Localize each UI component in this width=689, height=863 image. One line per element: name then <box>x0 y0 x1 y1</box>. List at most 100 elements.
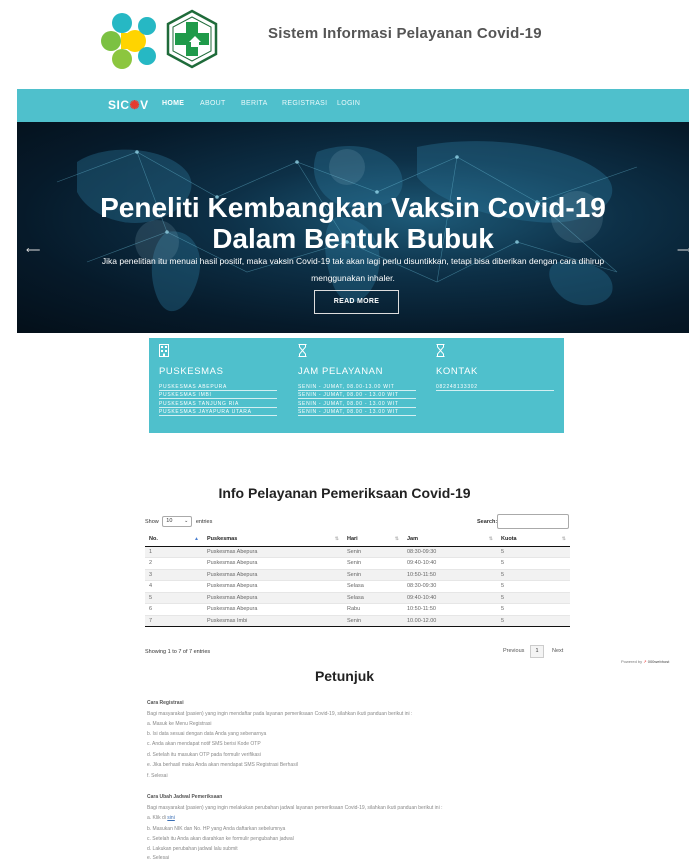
cell-no: 3 <box>145 568 203 581</box>
table-row: 5 Puskesmas Abepura Selasa 09:40-10:40 5 <box>145 591 570 604</box>
site-header: Sistem Informasi Pelayanan Covid-19 <box>0 0 689 88</box>
cell-hari: Rabu <box>343 603 403 615</box>
brand-logo[interactable]: SIC✺V <box>108 98 149 112</box>
puskesmas-logo <box>166 9 218 69</box>
registrasi-line: c. Anda akan mendapat notif SMS berisi K… <box>147 741 261 747</box>
table-info-text: Showing 1 to 7 of 7 entries <box>145 649 211 655</box>
kontak-heading: KONTAK <box>436 366 478 377</box>
entries-select-value: 10 <box>166 518 173 524</box>
cell-kuota: 5 <box>497 591 570 604</box>
registrasi-line: b. Isi data sesuai dengan data Anda yang… <box>147 731 267 737</box>
jadwal-line: d. Lakukan perubahan jadwal lalu submit <box>147 846 238 852</box>
jadwal-line: Bagi masyarakat (pasien) yang ingin mela… <box>147 805 443 811</box>
table-row: 3 Puskesmas Abepura Senin 10:50-11:50 5 <box>145 568 570 581</box>
powered-by-badge[interactable]: Powered by ↗ 000webhost <box>621 659 669 664</box>
cell-hari: Senin <box>343 557 403 569</box>
jam-item: SENIN - JUMAT, 08.00-13.00 WIT <box>298 382 416 391</box>
puskesmas-column: PUSKESMAS PUSKESMAS ABEPURA PUSKESMAS IM… <box>159 344 277 416</box>
cell-no: 1 <box>145 545 203 558</box>
hero-subtitle-line2: menggunakan inhaler. <box>311 273 395 283</box>
jam-pelayanan-column: JAM PELAYANAN SENIN - JUMAT, 08.00-13.00… <box>298 344 416 416</box>
nav-about[interactable]: ABOUT <box>200 100 226 107</box>
nav-berita[interactable]: BERITA <box>241 100 268 107</box>
hero-carousel: ⟵ ⟶ Peneliti Kembangkan Vaksin Covid-19 … <box>17 122 689 333</box>
hero-title-line1: Peneliti Kembangkan Vaksin Covid-19 <box>100 192 606 223</box>
jadwal-line: e. Selesai <box>147 855 169 861</box>
sort-icon: ⇅ <box>488 536 493 542</box>
registrasi-line: e. Jika berhasil maka Anda akan mendapat… <box>147 762 298 768</box>
cell-hari: Senin <box>343 614 403 627</box>
hero-subtitle-line1: Jika penelitian itu menuai hasil positif… <box>101 256 605 266</box>
cell-no: 4 <box>145 580 203 592</box>
cell-hari: Selasa <box>343 580 403 592</box>
powered-brand: 000webhost <box>647 659 670 664</box>
cell-puskesmas: Puskesmas Abepura <box>203 591 343 604</box>
puskesmas-item: PUSKESMAS IMBI <box>159 391 277 399</box>
pagination-next[interactable]: Next <box>552 648 563 654</box>
puskesmas-heading: PUSKESMAS <box>159 366 224 377</box>
pagination-previous[interactable]: Previous <box>503 648 524 654</box>
site-title: Sistem Informasi Pelayanan Covid-19 <box>268 25 542 42</box>
cell-puskesmas: Puskesmas Abepura <box>203 568 343 581</box>
cell-kuota: 5 <box>497 557 570 569</box>
jam-pelayanan-heading: JAM PELAYANAN <box>298 366 384 377</box>
jam-item: SENIN - JUMAT, 08.00 - 13.00 WIT <box>298 391 416 399</box>
read-more-button[interactable]: READ MORE <box>314 290 399 314</box>
services-table: No. ▲ Puskesmas ⇅ Hari ⇅ Jam ⇅ Kuota ⇅ 1 Puske… <box>145 533 570 627</box>
cell-kuota: 5 <box>497 614 570 627</box>
cell-jam: 10:50-11:50 <box>403 568 497 581</box>
puskesmas-item: PUSKESMAS TANJUNG RIA <box>159 399 277 408</box>
cell-puskesmas: Puskesmas Abepura <box>203 603 343 615</box>
registrasi-heading: Cara Registrasi <box>147 700 184 706</box>
cell-puskesmas: Puskesmas Abepura <box>203 545 343 558</box>
puskesmas-item: PUSKESMAS ABEPURA <box>159 382 277 391</box>
nav-home[interactable]: HOME <box>162 100 184 107</box>
column-header-hari[interactable]: Hari ⇅ <box>343 533 403 547</box>
cell-no: 6 <box>145 603 203 615</box>
cell-kuota: 5 <box>497 580 570 592</box>
cell-hari: Selasa <box>343 591 403 604</box>
sort-icon: ⇅ <box>394 536 399 542</box>
brand-prefix: SIC <box>108 98 130 112</box>
registrasi-line: f. Selesai <box>147 773 168 779</box>
cell-jam: 09:40-10:40 <box>403 557 497 569</box>
table-section-title: Info Pelayanan Pemeriksaan Covid-19 <box>218 485 471 501</box>
nav-login[interactable]: LOGIN <box>337 100 360 107</box>
show-label: Show <box>145 518 159 525</box>
cell-kuota: 5 <box>497 545 570 558</box>
cell-kuota: 5 <box>497 603 570 615</box>
column-header-kuota[interactable]: Kuota ⇅ <box>497 533 570 547</box>
cell-jam: 10:50-11:50 <box>403 603 497 615</box>
sini-link[interactable]: sini <box>167 815 175 821</box>
sort-icon: ⇅ <box>561 536 566 542</box>
table-row: 7 Puskesmas Imbi Senin 10.00-12.00 5 <box>145 614 570 627</box>
jadwal-a-prefix: a. Klik di <box>147 815 166 821</box>
jam-item: SENIN - JUMAT, 08.00 - 13.00 WIT <box>298 408 416 416</box>
search-input[interactable] <box>497 514 569 529</box>
entries-select[interactable]: 10 ⌄ <box>162 516 193 527</box>
jadwal-line-a: a. Klik di sini <box>147 815 175 821</box>
table-row: 4 Puskesmas Abepura Selasa 08:30-09:30 5 <box>145 580 570 592</box>
cell-no: 5 <box>145 591 203 604</box>
jadwal-line: b. Masukan NIK dan No. HP yang Anda daft… <box>147 826 286 832</box>
search-label: Search: <box>477 519 498 525</box>
column-header-jam[interactable]: Jam ⇅ <box>403 533 497 547</box>
pagination-page-1[interactable]: 1 <box>530 645 544 658</box>
column-header-no[interactable]: No. ▲ <box>145 533 203 547</box>
column-header-puskesmas[interactable]: Puskesmas ⇅ <box>203 533 343 547</box>
jam-item: SENIN - JUMAT, 08.00 - 13.00 WIT <box>298 399 416 408</box>
main-navbar: SIC✺V HOME ABOUT BERITA REGISTRASI LOGIN <box>17 89 689 122</box>
nav-registrasi[interactable]: REGISTRASI <box>282 100 327 107</box>
sort-active-icon: ▲ <box>194 536 199 542</box>
virus-icon: ✺ <box>129 98 141 112</box>
registrasi-line: a. Masuk ke Menu Registrasi <box>147 721 212 727</box>
cell-kuota: 5 <box>497 568 570 581</box>
powered-prefix: Powered by <box>621 659 643 664</box>
registrasi-line: Bagi masyarakat (pasien) yang ingin mend… <box>147 711 413 717</box>
cell-no: 7 <box>145 614 203 627</box>
brand-suffix: V <box>140 98 149 112</box>
building-icon <box>159 344 277 358</box>
kontak-column: KONTAK 082248133302 <box>436 344 554 391</box>
cell-jam: 09:40-10:40 <box>403 591 497 604</box>
cell-jam: 10.00-12.00 <box>403 614 497 627</box>
